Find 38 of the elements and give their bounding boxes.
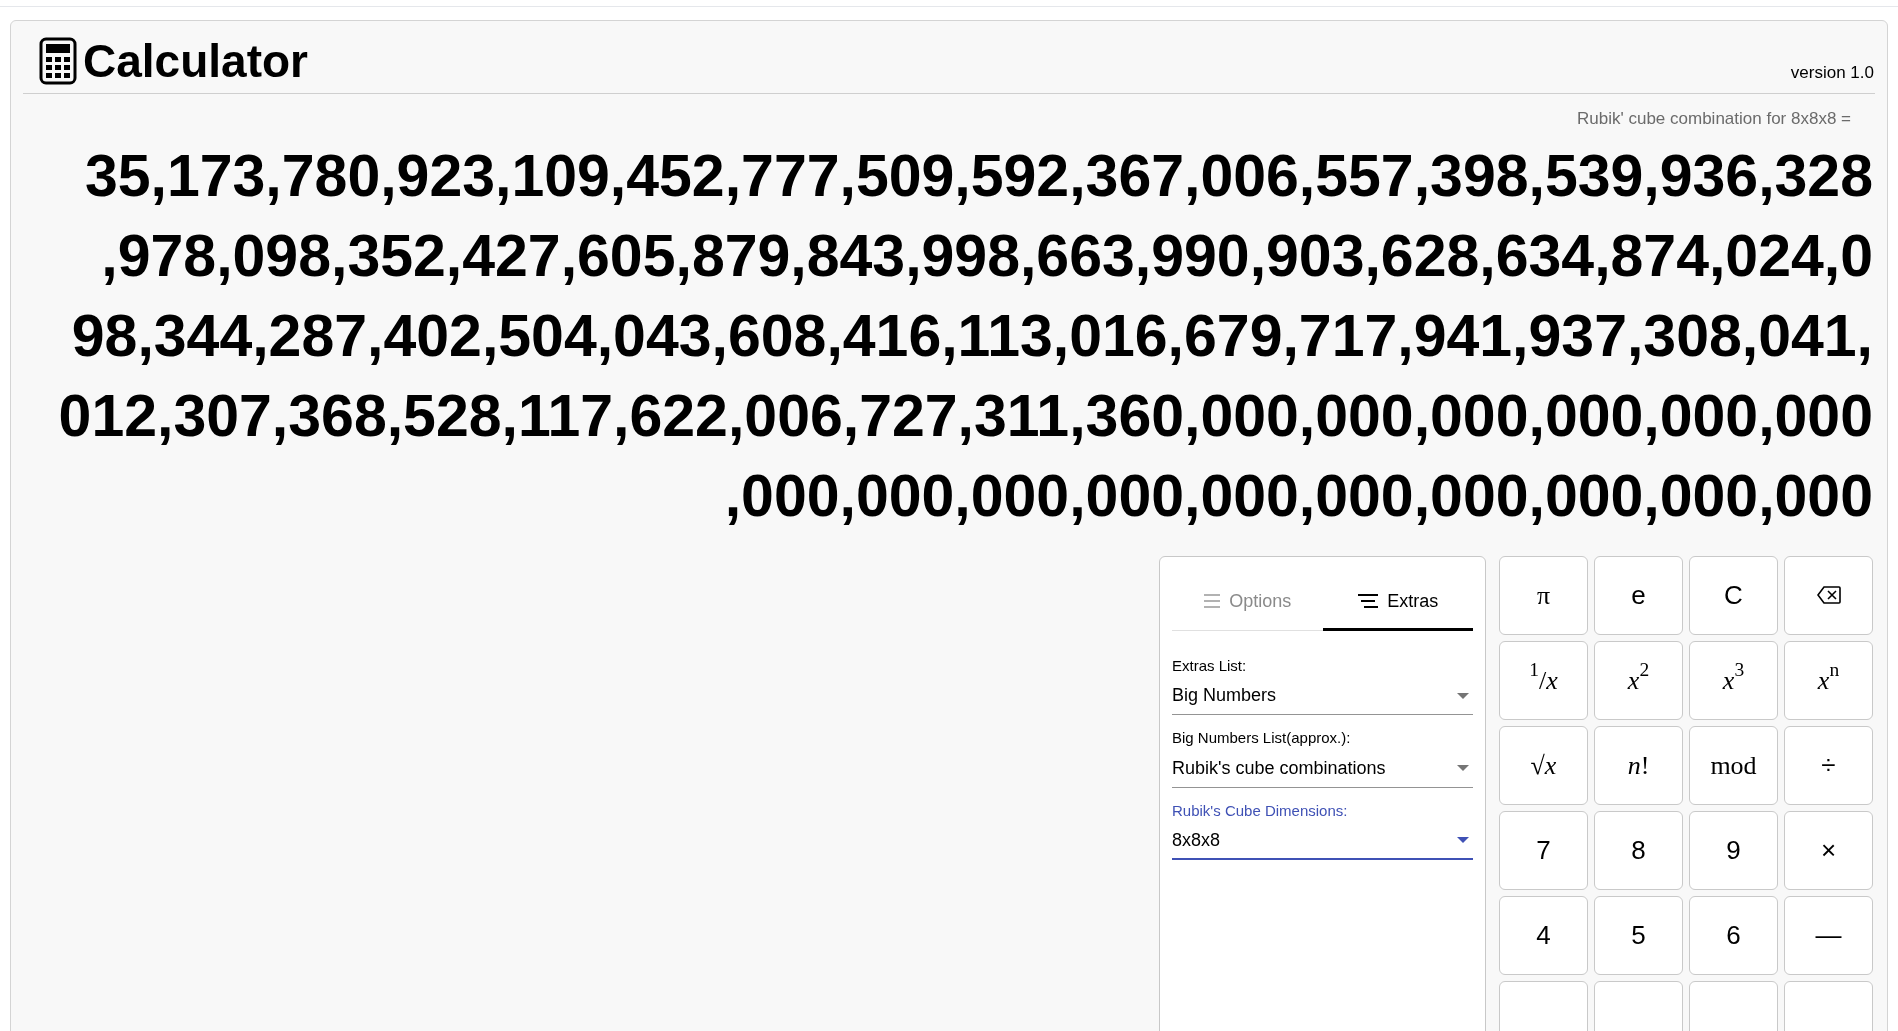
version-label: version 1.0 (1790, 61, 1874, 84)
panel-tab[interactable]: Extras (1322, 574, 1473, 631)
key-button[interactable]: π (1499, 555, 1588, 635)
key-button[interactable]: × (1784, 810, 1873, 890)
key-button[interactable]: 9 (1689, 810, 1778, 890)
key-button[interactable]: x$^{3}$ (1689, 640, 1778, 720)
menu-icon (1203, 594, 1222, 608)
key-button[interactable]: n! (1594, 725, 1683, 805)
expression-text: Rubik' cube combination for 8x8x8 = (1577, 108, 1851, 130)
key-button[interactable]: $^{1}$/x (1499, 640, 1588, 720)
dropdown-arrow-icon (1457, 765, 1469, 771)
dropdown-select[interactable]: Big Numbers (1172, 677, 1473, 715)
key-button[interactable]: 7 (1499, 810, 1588, 890)
dropdown-arrow-icon (1457, 837, 1469, 843)
calculator-icon (39, 37, 77, 85)
backspace-button[interactable] (1784, 555, 1873, 635)
key-button[interactable]: ÷ (1784, 725, 1873, 805)
key-button[interactable]: 5 (1594, 895, 1683, 975)
key-button[interactable]: x$^{2}$ (1594, 640, 1683, 720)
key-button[interactable]: — (1784, 895, 1873, 975)
dropdown-select[interactable]: Rubik's cube combinations (1172, 749, 1473, 788)
key-button[interactable]: 8 (1594, 810, 1683, 890)
backspace-icon (1816, 586, 1841, 604)
field-label: Extras List: (1172, 655, 1247, 676)
dropdown-select[interactable]: 8x8x8 (1172, 822, 1473, 860)
sort-lines-icon (1357, 594, 1380, 608)
key-button[interactable]: x$^{n}$ (1784, 640, 1873, 720)
key-button[interactable]: 4 (1499, 895, 1588, 975)
key-button[interactable]: 6 (1689, 895, 1778, 975)
key-button[interactable]: mod (1689, 725, 1778, 805)
field-label: Rubik's Cube Dimensions: (1172, 800, 1348, 821)
key-button[interactable]: C (1689, 555, 1778, 635)
key-button[interactable]: √x (1499, 725, 1588, 805)
field-label: Big Numbers List(approx.): (1172, 728, 1351, 748)
key-button[interactable]: e (1594, 555, 1683, 635)
dropdown-arrow-icon (1457, 692, 1469, 699)
result-number: 35,173,780,923,109,452,777,509,592,367,006,557,398,539,936,328 ,978,098,352,427,605,879,843,998,663,990,903,628,634,874,024,0 98,344,287,402,504,043,608,416,113,016,679,717,941,937,308,041, 012,307,368,528,117,622,006,727,311,360,000,000,000,000,000,000 ,000,000,000,000,000,000,000,000,000,000 (58, 141, 1873, 531)
app-title: Calculator (83, 38, 308, 84)
